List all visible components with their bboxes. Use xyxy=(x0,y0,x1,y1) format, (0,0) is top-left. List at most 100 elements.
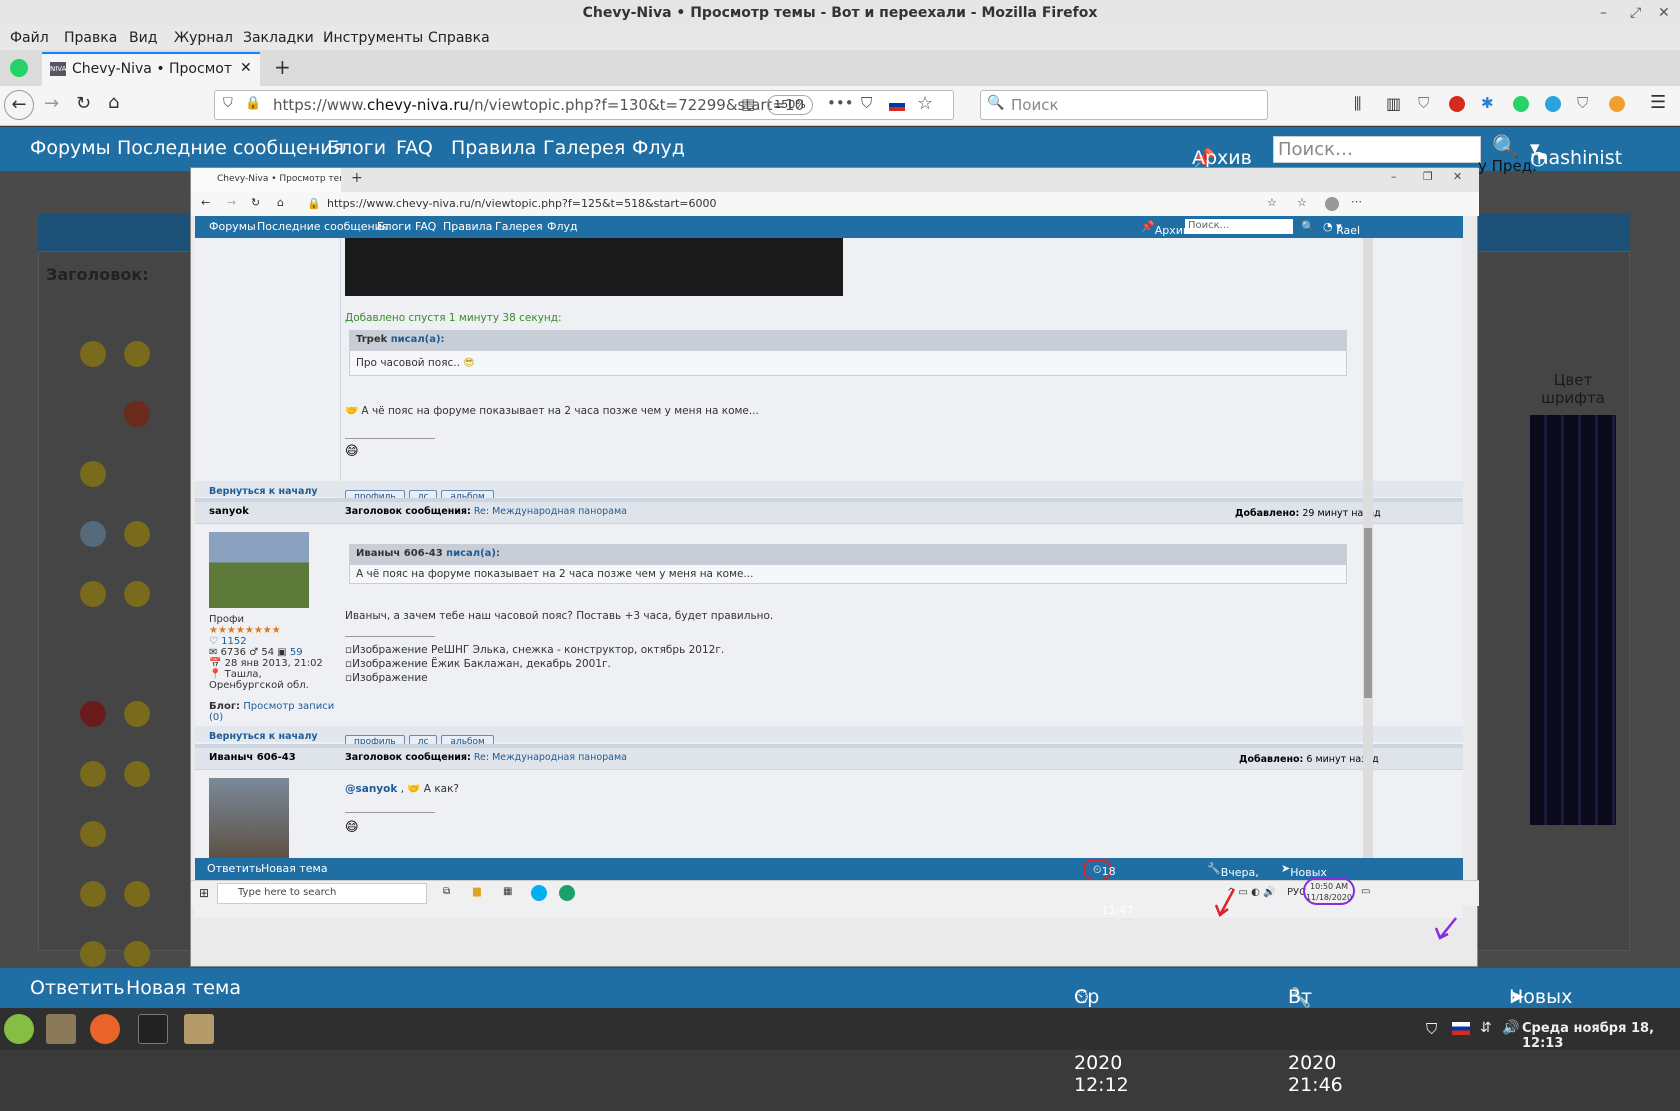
post3-author: Иваныч 606-43 xyxy=(209,752,296,763)
new-topic-link[interactable]: Новая тема xyxy=(126,977,241,999)
menu-bookmarks[interactable]: Закладки xyxy=(243,30,314,46)
edge-icon xyxy=(559,885,575,901)
forum-bottom-bar: Ответить Новая тема ⏲ Ср ноя 18, 2020 12… xyxy=(0,968,1680,1096)
inner-current-datetime: ⏲ 18 ноя 2020, 11:47 xyxy=(1083,859,1133,917)
handshake-icon: 🤝 xyxy=(345,405,359,417)
menu-history[interactable]: Журнал xyxy=(174,30,233,46)
post2-userinfo: Профи ★★★★★★★★ ♡ 1152 ✉ 6736 ♂ 54 ▣ 59 📅… xyxy=(209,614,335,723)
reader-view-icon[interactable]: ▤ xyxy=(741,95,755,113)
inner-url: https://www.chevy-niva.ru/n/viewtopic.ph… xyxy=(327,197,717,210)
nav-recent-posts[interactable]: Последние сообщения xyxy=(117,137,344,159)
page-actions-icon[interactable]: ••• xyxy=(827,94,854,112)
nav-faq[interactable]: FAQ xyxy=(396,137,433,159)
user-menu[interactable]: ◔ mashinist ▾ xyxy=(1530,137,1622,169)
inner-new-pm: ➤ Новых ЛС: 0 xyxy=(1281,862,1327,892)
menu-help[interactable]: Справка xyxy=(428,30,490,46)
inner-lock-icon: 🔒 xyxy=(307,197,321,210)
nav-forums[interactable]: Форумы xyxy=(30,137,111,159)
window-titlebar: Chevy-Niva • Просмотр темы - Вот и перее… xyxy=(0,0,1680,26)
navigation-toolbar: ← → ↻ ⌂ ⛉ 🔒 https://www.chevy-niva.ru/n/… xyxy=(0,86,1680,126)
url-bar[interactable]: ⛉ 🔒 https://www.chevy-niva.ru/n/viewtopi… xyxy=(214,90,954,120)
telegram-extension-icon[interactable] xyxy=(1545,96,1561,112)
privacy-extension-icon[interactable]: ⛉ xyxy=(1418,94,1429,112)
tray-volume-icon[interactable]: 🔊 xyxy=(1502,1020,1519,1036)
shield-extension-icon[interactable]: ⛉ xyxy=(1577,94,1588,112)
minimize-icon[interactable]: – xyxy=(1600,0,1607,26)
mint-menu-icon[interactable] xyxy=(4,1014,34,1044)
maximize-icon[interactable]: ⤢ xyxy=(1630,0,1641,26)
library-icon[interactable]: ⫼ xyxy=(1354,94,1361,114)
bookmark-star-icon[interactable]: ☆ xyxy=(917,93,933,114)
inner-user-menu: ◔ Rael ▾ xyxy=(1323,220,1361,237)
post2-buttons: профиль лс альбом xyxy=(345,729,498,749)
lock-icon[interactable]: 🔒 xyxy=(245,96,261,111)
inner-search-input: Поиск... xyxy=(1185,219,1293,234)
color-extension-icon[interactable]: ✱ xyxy=(1481,94,1494,112)
browser-search-placeholder: Поиск xyxy=(1011,96,1059,114)
red-annotation-arrow xyxy=(1214,888,1236,917)
post3-text: @sanyok , 🤝 А как? xyxy=(345,783,460,795)
windows-search: Type here to search xyxy=(217,883,427,904)
whatsapp-pinned-icon[interactable] xyxy=(10,59,28,77)
post2-signature: ▫Изображение РеШНГ Элька, снежка - конст… xyxy=(345,644,725,684)
menu-view[interactable]: Вид xyxy=(129,30,157,46)
back-icon[interactable]: ← xyxy=(4,90,34,120)
tab-title: Chevy-Niva • Просмотр тем xyxy=(72,61,232,77)
inner-favorites-icon: ☆ xyxy=(1297,196,1307,209)
post2-avatar xyxy=(209,532,309,608)
windows-clock: 10:50 AM 11/18/2020 xyxy=(1303,877,1355,905)
menu-file[interactable]: Файл xyxy=(10,30,49,46)
post1-back-to-top: Вернуться к началу xyxy=(209,486,318,497)
zoom-level-badge[interactable]: 150% xyxy=(767,95,813,115)
post2-text: Иваныч, а зачем тебе наш часовой пояс? П… xyxy=(345,610,774,622)
browser-search-box[interactable]: 🔍 Поиск xyxy=(980,90,1268,120)
terminal-launcher-icon[interactable] xyxy=(138,1014,168,1044)
inner-new-tab-icon: + xyxy=(351,170,363,186)
new-tab-icon[interactable]: + xyxy=(274,55,291,79)
calculator-icon: ▦ xyxy=(503,886,513,897)
inner-nav-gallery: Галерея xyxy=(495,220,543,233)
tray-network-icon[interactable]: ⇵ xyxy=(1480,1020,1492,1036)
nav-rules[interactable]: Правила xyxy=(451,137,536,159)
whatsapp-extension-icon[interactable] xyxy=(1513,96,1529,112)
reply-link[interactable]: Ответить xyxy=(30,977,125,999)
post1-quote: Trpek писал(а): Про часовой пояс.. 😎 xyxy=(349,330,1347,376)
forum-search-input[interactable]: Поиск… xyxy=(1273,136,1481,163)
tab-close-icon[interactable]: ✕ xyxy=(240,60,252,76)
firefox-launcher-icon[interactable] xyxy=(90,1014,120,1044)
nav-blogs[interactable]: Блоги xyxy=(327,137,386,159)
soviet-extension-icon[interactable] xyxy=(1449,96,1465,112)
window-title: Chevy-Niva • Просмотр темы - Вот и перее… xyxy=(582,5,1098,21)
file-manager-launcher-icon[interactable] xyxy=(46,1014,76,1044)
windows-start-icon: ⊞ xyxy=(199,886,210,900)
tray-shield-icon[interactable]: ⛉ xyxy=(1426,1020,1437,1038)
nav-flood[interactable]: Флуд xyxy=(632,137,685,159)
tray-keyboard-layout-icon[interactable] xyxy=(1452,1022,1470,1035)
inner-nav-flood: Флуд xyxy=(547,220,578,233)
tray-clock[interactable]: Среда ноября 18, 12:13 xyxy=(1522,1021,1680,1051)
russian-flag-icon[interactable] xyxy=(889,99,905,111)
inner-close-icon: ✕ xyxy=(1453,170,1463,183)
inner-page: Добавлено спустя 1 минуту 38 секунд: Trp… xyxy=(195,238,1463,918)
nav-gallery[interactable]: Галерея xyxy=(543,137,625,159)
post2-subject: Заголовок сообщения: Re: Международная п… xyxy=(345,506,627,517)
reload-icon[interactable]: ↻ xyxy=(76,93,91,114)
active-tab[interactable]: NIVA Chevy-Niva • Просмотр тем ✕ xyxy=(42,52,260,86)
c-extension-icon[interactable] xyxy=(1609,96,1625,112)
forward-icon[interactable]: → xyxy=(44,93,59,114)
folder-launcher-icon[interactable] xyxy=(184,1014,214,1044)
inner-reload-icon: ↻ xyxy=(251,196,261,209)
inner-navbar: ← → ↻ ⌂ 🔒 https://www.chevy-niva.ru/n/vi… xyxy=(191,192,1479,216)
menu-edit[interactable]: Правка xyxy=(64,30,117,46)
close-icon[interactable]: ✕ xyxy=(1658,0,1670,26)
inner-tabbar: Chevy-Niva • Просмотр темы - + – ❐ ✕ xyxy=(191,168,1479,192)
system-taskbar: ⛉ ⇵ 🔊 Среда ноября 18, 12:13 xyxy=(0,1008,1680,1051)
color-palette[interactable] xyxy=(1530,415,1616,825)
inner-reply-link: Ответить xyxy=(207,862,262,875)
home-icon[interactable]: ⌂ xyxy=(108,92,119,113)
hamburger-menu-icon[interactable]: ☰ xyxy=(1650,92,1666,113)
sidebar-icon[interactable]: ▥ xyxy=(1386,94,1401,113)
menu-tools[interactable]: Инструменты xyxy=(323,30,423,46)
tracking-shield-icon[interactable]: ⛉ xyxy=(223,96,233,111)
pocket-icon[interactable]: ⛉ xyxy=(861,94,872,112)
